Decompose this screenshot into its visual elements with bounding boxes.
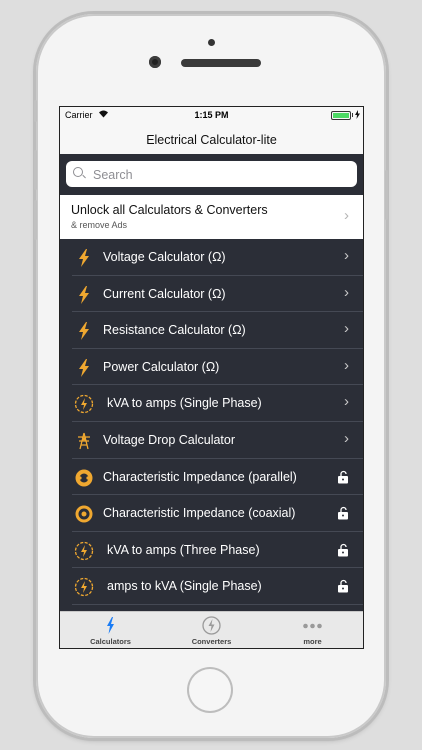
- promo-subtitle: & remove Ads: [71, 220, 128, 230]
- earpiece-speaker: [181, 59, 261, 67]
- list-item-label: Voltage Calculator (Ω): [103, 250, 226, 264]
- list-item-impedance-coaxial[interactable]: Characteristic Impedance (coaxial): [60, 495, 363, 532]
- volume-down-button: [34, 200, 37, 240]
- list-item-label: Voltage Drop Calculator: [103, 432, 236, 447]
- list-item-label: kVA to amps (Three Phase): [107, 542, 260, 557]
- tab-label: Converters: [191, 637, 232, 646]
- volume-up-button: [34, 150, 37, 190]
- tab-calculators[interactable]: Calculators: [60, 612, 161, 648]
- tab-more[interactable]: more: [262, 612, 363, 648]
- promo-title: Unlock all Calculators & Converters: [71, 203, 268, 217]
- status-bar: Carrier 1:15 PM: [60, 107, 363, 123]
- list-item-label: Characteristic Impedance (coaxial): [103, 506, 296, 521]
- tab-converters[interactable]: Converters: [161, 612, 262, 648]
- list-item-label: Resistance Calculator (Ω): [103, 323, 246, 338]
- list-item-impedance-parallel[interactable]: Characteristic Impedance (parallel): [60, 459, 363, 496]
- page-title: Electrical Calculator-lite: [146, 133, 277, 147]
- charging-icon: [355, 110, 360, 119]
- circle-bolt-icon: [202, 616, 221, 635]
- list-item-label: amps to kVA (Single Phase): [107, 579, 262, 594]
- tower-icon: [78, 432, 90, 450]
- list-item-voltage-drop[interactable]: Voltage Drop Calculator ›: [60, 422, 363, 459]
- list-item-power-calculator[interactable]: Power Calculator (Ω) ›: [60, 349, 363, 386]
- tab-label: Calculators: [90, 637, 131, 646]
- chevron-right-icon: ›: [344, 356, 349, 374]
- tab-label: more: [303, 637, 322, 646]
- search-icon: [73, 167, 83, 177]
- chevron-right-icon: ›: [344, 247, 349, 264]
- bolt-icon: [79, 358, 89, 377]
- battery-cap: [352, 113, 353, 117]
- mute-switch: [34, 100, 37, 122]
- list-item-label: kVA to amps (Single Phase): [107, 396, 262, 411]
- list-item-label: Current Calculator (Ω): [103, 286, 226, 301]
- proximity-sensor: [208, 39, 215, 46]
- search-bar: [60, 154, 363, 195]
- list-item-amps-to-kva-single[interactable]: amps to kVA (Single Phase): [60, 568, 363, 605]
- clock: 1:15 PM: [194, 110, 229, 120]
- front-camera: [149, 56, 161, 68]
- list-item-label: Power Calculator (Ω): [103, 359, 220, 374]
- list-item-current-calculator[interactable]: Current Calculator (Ω) ›: [60, 276, 363, 313]
- circle-bolt-icon: [74, 395, 94, 414]
- bolt-icon: [79, 322, 89, 341]
- unlock-icon: [338, 470, 348, 484]
- bolt-icon: [79, 249, 89, 267]
- battery-icon: [331, 111, 351, 120]
- list-item-resistance-calculator[interactable]: Resistance Calculator (Ω) ›: [60, 312, 363, 349]
- tab-bar: Calculators Converters more: [60, 611, 363, 648]
- list-item-label: Characteristic Impedance (parallel): [103, 469, 297, 484]
- unlock-icon: [338, 507, 348, 520]
- chevron-right-icon: ›: [344, 429, 349, 447]
- home-button[interactable]: [187, 667, 233, 713]
- unlock-icon: [338, 580, 348, 593]
- power-button: [385, 170, 388, 220]
- impedance-parallel-icon: [75, 469, 93, 487]
- more-icon: [303, 623, 322, 629]
- app-screen: Carrier 1:15 PM Electrical Calculator-li…: [60, 107, 363, 648]
- unlock-icon: [338, 543, 348, 557]
- chevron-right-icon: ›: [344, 393, 349, 411]
- bolt-icon: [79, 285, 89, 304]
- list-item-kva-to-amps-three[interactable]: kVA to amps (Three Phase): [60, 532, 363, 569]
- search-field[interactable]: [66, 161, 357, 187]
- circle-bolt-icon: [74, 578, 94, 597]
- chevron-right-icon: ›: [344, 283, 349, 301]
- coax-icon: [75, 505, 93, 523]
- chevron-right-icon: ›: [344, 207, 349, 224]
- bolt-icon: [107, 617, 114, 634]
- list-item-kva-to-amps-single[interactable]: kVA to amps (Single Phase) ›: [60, 385, 363, 422]
- unlock-promo-row[interactable]: Unlock all Calculators & Converters & re…: [60, 195, 363, 239]
- chevron-right-icon: ›: [344, 320, 349, 338]
- circle-bolt-icon: [74, 541, 94, 560]
- list-item-voltage-calculator[interactable]: Voltage Calculator (Ω) ›: [60, 239, 363, 276]
- calculator-list: Voltage Calculator (Ω) › Current Calcula…: [60, 239, 363, 605]
- search-input[interactable]: [91, 165, 345, 185]
